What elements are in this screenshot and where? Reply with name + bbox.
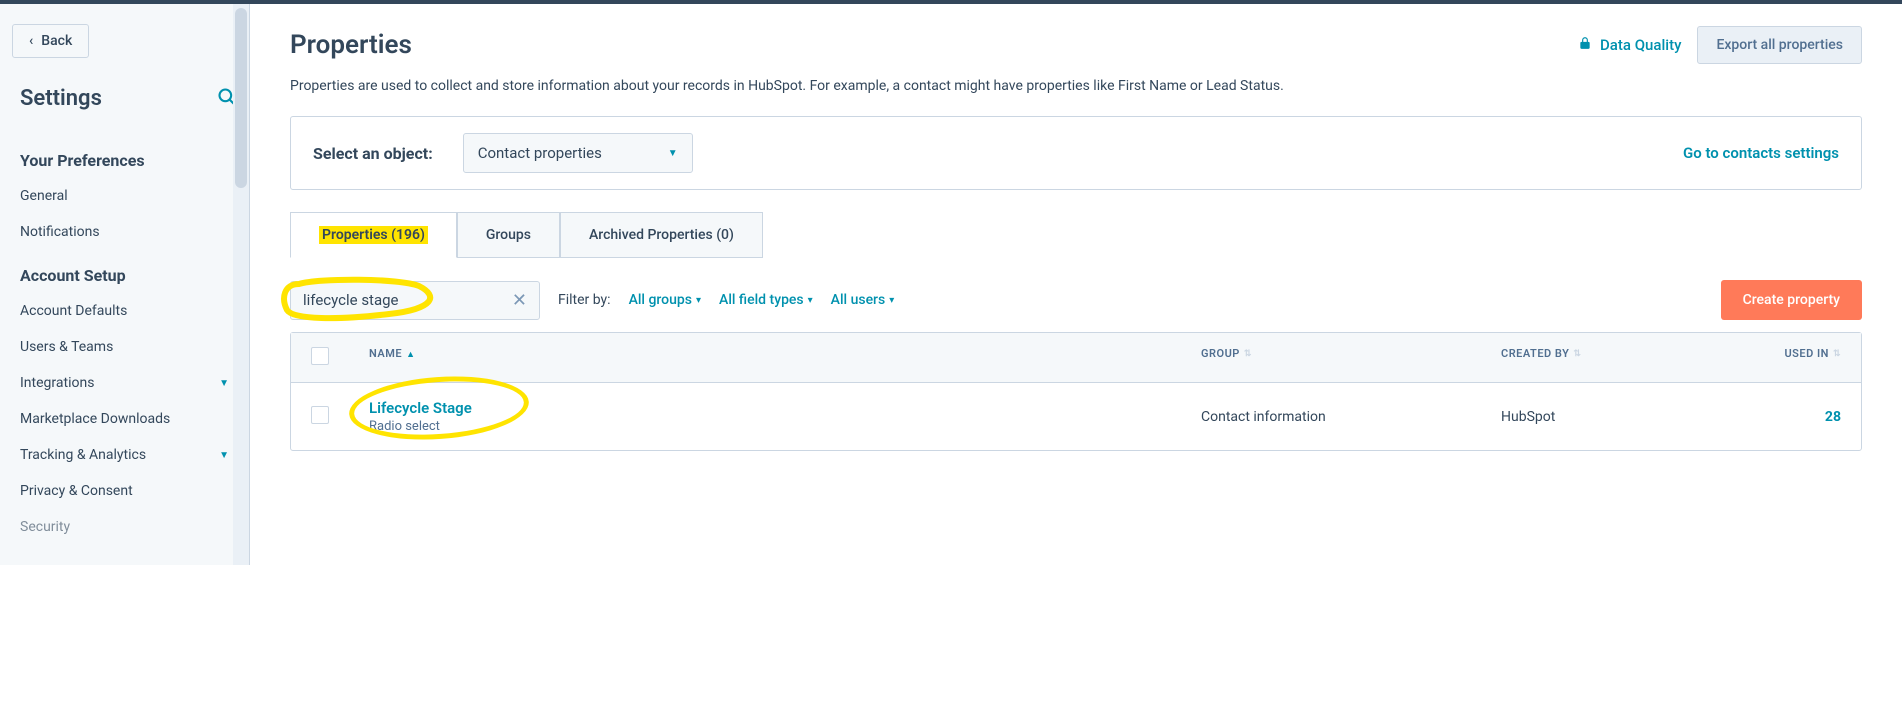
scrollbar-track[interactable]	[233, 4, 249, 565]
sort-icon: ⇅	[1244, 349, 1252, 359]
object-select[interactable]: Contact properties ▼	[463, 133, 693, 173]
table-header: NAME▲ GROUP⇅ CREATED BY⇅ USED IN⇅	[291, 333, 1861, 383]
select-all-checkbox[interactable]	[311, 347, 329, 365]
row-checkbox[interactable]	[311, 406, 329, 424]
sort-icon: ⇅	[1833, 349, 1841, 359]
contacts-settings-link[interactable]: Go to contacts settings	[1683, 144, 1839, 162]
object-select-label: Select an object:	[313, 144, 433, 163]
tab-groups-label: Groups	[486, 227, 531, 243]
property-subtype: Radio select	[369, 419, 1201, 434]
caret-down-icon: ▾	[889, 295, 894, 306]
tab-properties[interactable]: Properties (196)	[290, 212, 457, 258]
export-button[interactable]: Export all properties	[1697, 26, 1862, 64]
filter-by-label: Filter by:	[558, 292, 611, 308]
sidebar-item-marketplace[interactable]: Marketplace Downloads	[12, 401, 237, 437]
properties-table: NAME▲ GROUP⇅ CREATED BY⇅ USED IN⇅ Lifecy…	[290, 332, 1862, 451]
tab-archived-label: Archived Properties (0)	[589, 227, 734, 243]
sidebar-item-notifications[interactable]: Notifications	[12, 214, 237, 250]
data-quality-link[interactable]: Data Quality	[1578, 36, 1681, 54]
tab-archived[interactable]: Archived Properties (0)	[560, 212, 763, 258]
main-content: Properties Data Quality Export all prope…	[250, 4, 1902, 565]
property-name-link[interactable]: Lifecycle Stage	[369, 399, 1201, 417]
sort-icon: ⇅	[1573, 349, 1581, 359]
back-label: Back	[41, 33, 72, 49]
data-quality-label: Data Quality	[1600, 36, 1681, 54]
sidebar-item-privacy[interactable]: Privacy & Consent	[12, 473, 237, 509]
sidebar: ‹ Back Settings Your Preferences General…	[0, 4, 250, 565]
sidebar-item-security[interactable]: Security	[12, 509, 237, 545]
tab-groups[interactable]: Groups	[457, 212, 560, 258]
filter-all-field-types[interactable]: All field types ▾	[719, 292, 813, 308]
property-created-by: HubSpot	[1501, 409, 1761, 425]
chevron-left-icon: ‹	[29, 33, 33, 49]
th-used-in[interactable]: USED IN⇅	[1761, 347, 1841, 368]
sidebar-item-integrations[interactable]: Integrations▼	[12, 365, 237, 401]
chevron-down-icon: ▼	[219, 378, 229, 389]
chevron-down-icon: ▼	[219, 450, 229, 461]
sidebar-item-users-teams[interactable]: Users & Teams	[12, 329, 237, 365]
property-group: Contact information	[1201, 409, 1501, 425]
search-value: lifecycle stage	[303, 291, 399, 309]
caret-down-icon: ▼	[668, 148, 678, 159]
property-used-in[interactable]: 28	[1761, 409, 1841, 425]
lock-icon	[1578, 36, 1592, 54]
sidebar-item-account-defaults[interactable]: Account Defaults	[12, 293, 237, 329]
section-preferences: Your Preferences	[12, 143, 237, 178]
th-group[interactable]: GROUP⇅	[1201, 347, 1501, 368]
settings-title: Settings	[20, 86, 102, 111]
scrollbar-thumb[interactable]	[235, 8, 247, 188]
filter-all-users[interactable]: All users ▾	[831, 292, 895, 308]
clear-search-icon[interactable]: ✕	[512, 290, 527, 311]
th-name[interactable]: NAME▲	[361, 347, 1201, 368]
object-select-value: Contact properties	[478, 144, 602, 162]
th-created-by[interactable]: CREATED BY⇅	[1501, 347, 1761, 368]
search-input[interactable]: lifecycle stage ✕	[290, 281, 540, 320]
table-row[interactable]: Lifecycle Stage Radio select Contact inf…	[291, 383, 1861, 450]
page-description: Properties are used to collect and store…	[290, 78, 1862, 94]
create-property-button[interactable]: Create property	[1721, 280, 1862, 320]
sidebar-item-tracking[interactable]: Tracking & Analytics▼	[12, 437, 237, 473]
sort-asc-icon: ▲	[406, 349, 415, 360]
filter-all-groups[interactable]: All groups ▾	[629, 292, 701, 308]
section-account-setup: Account Setup	[12, 258, 237, 293]
caret-down-icon: ▾	[696, 295, 701, 306]
back-button[interactable]: ‹ Back	[12, 24, 89, 58]
sidebar-item-general[interactable]: General	[12, 178, 237, 214]
caret-down-icon: ▾	[808, 295, 813, 306]
tab-properties-label: Properties (196)	[319, 226, 428, 244]
page-title: Properties	[290, 30, 412, 60]
